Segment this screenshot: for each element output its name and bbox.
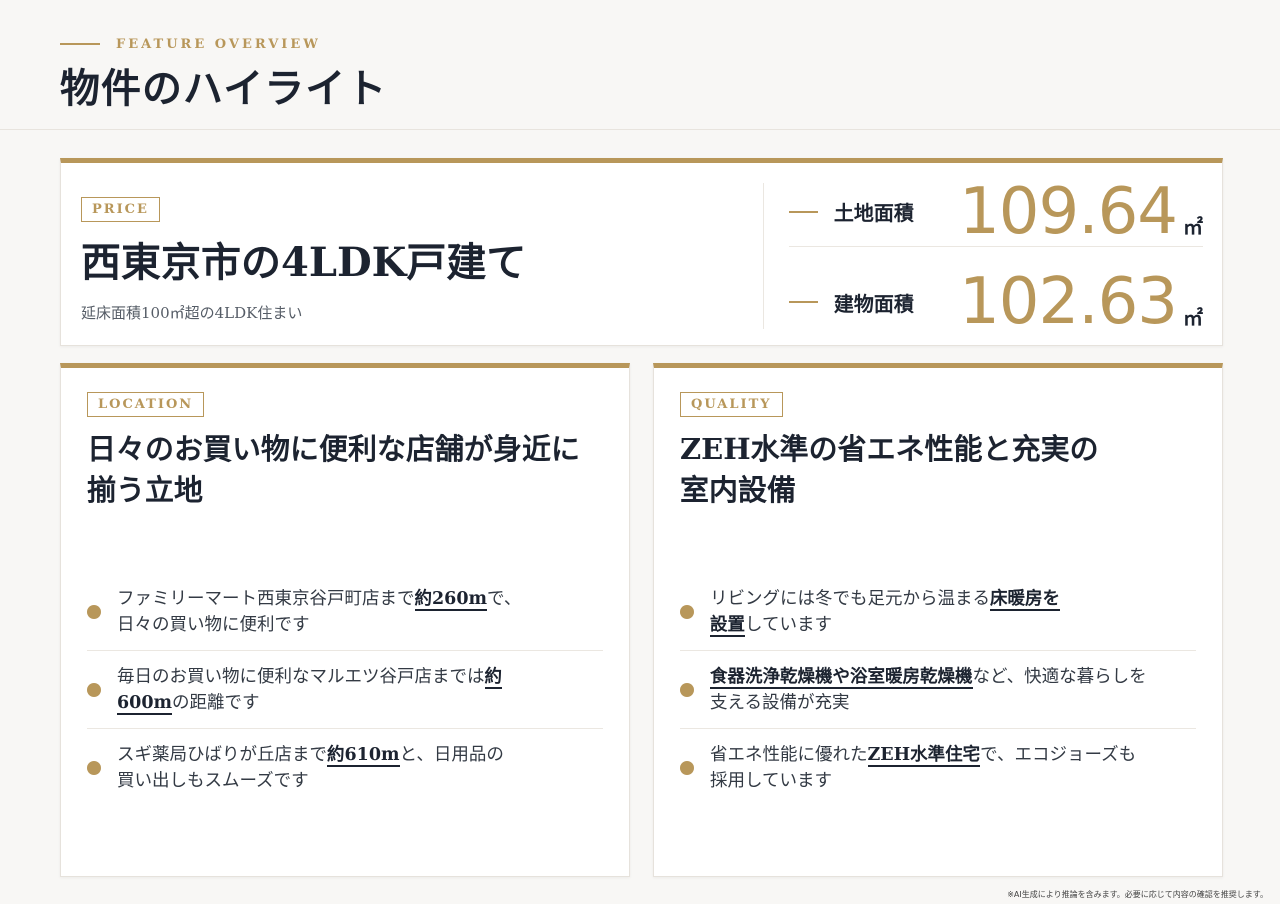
- bullet-dot: [87, 604, 101, 619]
- stat-label: 土地面積: [833, 201, 914, 225]
- list-item: スギ薬局ひばりが丘店まで約610mと、日用品の 買い出しもスムーズです: [87, 729, 603, 807]
- footnote: ※AI生成により推論を含みます。必要に応じて内容の確認を推奨します。: [1007, 890, 1268, 899]
- location-list: ファミリーマート西東京谷戸町店まで約260mで、 日々の買い物に便利です 毎日のお…: [87, 573, 603, 807]
- bullet-dot: [680, 682, 694, 697]
- eyebrow: FEATURE OVERVIEW: [60, 36, 321, 52]
- list-item: ファミリーマート西東京谷戸町店まで約260mで、 日々の買い物に便利です: [87, 573, 603, 651]
- price-subtitle: 延床面積100㎡超の4LDK住まい: [81, 304, 303, 322]
- stat-label: 建物面積: [833, 291, 914, 316]
- stat-unit: ㎡: [1183, 215, 1203, 239]
- location-tag: LOCATION: [87, 392, 205, 417]
- item-text: 食器洗浄乾燥機や浴室暖房乾燥機など、快適な暮らしを 支える設備が充実: [710, 666, 1147, 713]
- title-line: 室内設備: [680, 473, 797, 507]
- item-text: リビングには冬でも足元から温まる床暖房を 設置しています: [710, 588, 1060, 637]
- bullet-dot: [680, 761, 694, 775]
- quality-list: リビングには冬でも足元から温まる床暖房を 設置しています 食器洗浄乾燥機や浴室暖房…: [680, 573, 1196, 807]
- bullet-dot: [87, 682, 101, 697]
- item-text: 省エネ性能に優れたZEH水準住宅で、エコジョーズも 採用しています: [710, 745, 1137, 791]
- stat-value: 109.64: [959, 174, 1178, 249]
- list-item: 省エネ性能に優れたZEH水準住宅で、エコジョーズも 採用しています: [680, 729, 1196, 807]
- list-item: 食器洗浄乾燥機や浴室暖房乾燥機など、快適な暮らしを 支える設備が充実: [680, 651, 1196, 729]
- quality-card: QUALITY ZEH水準の省エネ性能と充実の 室内設備 リビングには冬でも足元…: [653, 363, 1223, 877]
- stat-value: 102.63: [959, 265, 1178, 339]
- title-line: 日々のお買い物に便利な店舗が身近に: [87, 432, 581, 466]
- list-item: 毎日のお買い物に便利なマルエツ谷戸店までは約 600mの距離です: [87, 651, 603, 729]
- price-card: PRICE 西東京市の4LDK戸建て 延床面積100㎡超の4LDK住まい 土地面…: [60, 158, 1223, 346]
- title-line: ZEH水準の省エネ性能と充実の: [680, 432, 1099, 466]
- price-divider: [763, 183, 764, 329]
- bullet-dot: [87, 761, 101, 775]
- page-title: 物件のハイライト: [60, 65, 388, 112]
- eyebrow-line: [60, 43, 100, 45]
- item-text: ファミリーマート西東京谷戸町店まで約260mで、 日々の買い物に便利です: [117, 588, 522, 635]
- title-line: 揃う立地: [87, 473, 204, 507]
- location-card: LOCATION 日々のお買い物に便利な店舗が身近に 揃う立地 ファミリーマート…: [60, 363, 630, 877]
- item-text: 毎日のお買い物に便利なマルエツ谷戸店までは約 600mの距離です: [117, 666, 502, 715]
- price-title: 西東京市の4LDK戸建て: [81, 239, 527, 286]
- stat-dash: [789, 210, 818, 213]
- page-header: FEATURE OVERVIEW 物件のハイライト: [0, 0, 1280, 130]
- price-summary: PRICE 西東京市の4LDK戸建て 延床面積100㎡超の4LDK住まい: [81, 197, 526, 323]
- eyebrow-text: FEATURE OVERVIEW: [116, 36, 321, 52]
- item-text: スギ薬局ひばりが丘店まで約610mと、日用品の 買い出しもスムーズです: [117, 745, 504, 791]
- stat-unit: ㎡: [1183, 306, 1203, 330]
- stat-dash: [789, 301, 818, 303]
- price-tag: PRICE: [81, 197, 160, 222]
- bullet-dot: [680, 604, 694, 619]
- quality-title: ZEH水準の省エネ性能と充実の 室内設備: [680, 429, 1198, 511]
- list-item: リビングには冬でも足元から温まる床暖房を 設置しています: [680, 573, 1196, 651]
- quality-tag: QUALITY: [680, 392, 783, 417]
- stat-building-area: 建物面積 102.63 ㎡: [789, 267, 1203, 337]
- stat-land-area: 土地面積 109.64 ㎡: [789, 177, 1203, 247]
- location-title: 日々のお買い物に便利な店舗が身近に 揃う立地: [87, 429, 605, 511]
